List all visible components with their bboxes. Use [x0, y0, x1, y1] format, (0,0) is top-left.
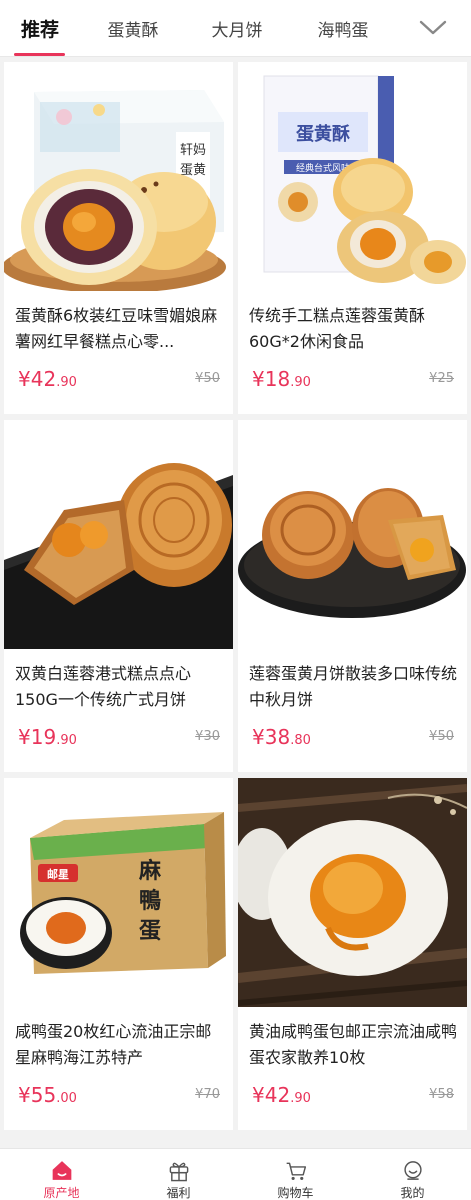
nav-item-welfare[interactable]: 福利 [120, 1149, 237, 1200]
nav-item-cart[interactable]: 购物车 [237, 1149, 354, 1200]
currency-symbol: ¥ [252, 367, 265, 391]
price-decimal: .90 [290, 1091, 311, 1106]
tab-label: 海鸭蛋 [317, 21, 369, 41]
more-tabs-button[interactable] [411, 8, 455, 48]
price-integer: 42 [264, 1083, 291, 1107]
product-price: ¥18.90 [252, 365, 311, 397]
currency-symbol: ¥ [252, 1083, 265, 1107]
price-decimal: .90 [56, 733, 77, 748]
product-price: ¥19.90 [18, 723, 77, 755]
tab-mooncake[interactable]: 大月饼 [199, 0, 275, 57]
product-price: ¥42.90 [252, 1081, 311, 1113]
tab-label: 大月饼 [211, 21, 263, 41]
original-price: ¥70 [195, 1087, 220, 1102]
home-icon [52, 1161, 71, 1180]
product-title[interactable]: 传统手工糕点莲蓉蛋黄酥60G*2休闲食品 [249, 303, 459, 355]
product-image[interactable]: 邮星 麻 鴨 蛋 [4, 778, 233, 1007]
product-image[interactable] [4, 420, 233, 649]
price-decimal: .00 [56, 1091, 77, 1106]
product-title[interactable]: 莲蓉蛋黄月饼散装多口味传统中秋月饼 [249, 661, 459, 713]
currency-symbol: ¥ [18, 1083, 31, 1107]
product-card[interactable]: 邮星 麻 鴨 蛋 咸鸭蛋20枚红心流油正宗邮星麻鸭海江苏特产 ¥55.00 ¥7… [4, 778, 233, 1130]
nav-item-mine[interactable]: 我的 [354, 1149, 471, 1200]
nav-label: 购物车 [277, 1186, 314, 1200]
price-integer: 38 [264, 725, 291, 749]
product-title[interactable]: 蛋黄酥6枚装红豆味雪媚娘麻薯网红早餐糕点心零... [15, 303, 225, 355]
price-integer: 55 [30, 1083, 57, 1107]
box-title-text: 蛋黄酥 [296, 123, 350, 145]
product-price: ¥38.80 [252, 723, 311, 755]
currency-symbol: ¥ [18, 367, 31, 391]
product-image[interactable] [238, 420, 467, 649]
product-card[interactable]: 莲蓉蛋黄月饼散装多口味传统中秋月饼 ¥38.80 ¥50 [238, 420, 467, 772]
tab-sea-duck-egg[interactable]: 海鸭蛋 [305, 0, 381, 57]
product-card[interactable]: 双黄白莲蓉港式糕点点心150G一个传统广式月饼 ¥19.90 ¥30 [4, 420, 233, 772]
product-image[interactable]: 蛋黄酥 经典台式风味 [238, 62, 467, 291]
cart-icon [286, 1162, 306, 1180]
nav-label: 福利 [166, 1186, 191, 1200]
product-image[interactable]: 轩妈 蛋黄 酥 [4, 62, 233, 291]
original-price: ¥50 [429, 729, 454, 744]
price-decimal: .80 [290, 733, 311, 748]
price-decimal: .90 [290, 375, 311, 390]
user-icon [403, 1161, 422, 1180]
currency-symbol: ¥ [18, 725, 31, 749]
tab-recommend[interactable]: 推荐 [10, 0, 70, 57]
product-card[interactable]: 轩妈 蛋黄 酥 蛋黄酥6枚装红豆味雪媚娘麻薯网红早餐糕点心零... [4, 62, 233, 414]
box-title-text-3: 蛋 [139, 918, 161, 944]
nav-label: 我的 [400, 1186, 425, 1200]
product-title[interactable]: 双黄白莲蓉港式糕点点心150G一个传统广式月饼 [15, 661, 225, 713]
tab-egg-yolk-pastry[interactable]: 蛋黄酥 [95, 0, 171, 57]
original-price: ¥25 [429, 371, 454, 386]
price-decimal: .90 [56, 375, 77, 390]
chevron-down-icon [419, 20, 447, 35]
price-integer: 42 [30, 367, 57, 391]
product-card[interactable]: 蛋黄酥 经典台式风味 传统手工糕点莲蓉蛋黄酥60G*2休闲食品 ¥18.90 ¥… [238, 62, 467, 414]
active-tab-indicator [14, 53, 65, 56]
product-title[interactable]: 咸鸭蛋20枚红心流油正宗邮星麻鸭海江苏特产 [15, 1019, 225, 1071]
box-title-text-2: 鴨 [139, 888, 161, 914]
product-image[interactable] [238, 778, 467, 1007]
box-brand-text-1: 轩妈 [180, 143, 206, 158]
currency-symbol: ¥ [252, 725, 265, 749]
nav-label: 原产地 [43, 1186, 80, 1200]
price-integer: 18 [264, 367, 291, 391]
tab-label: 蛋黄酥 [107, 21, 159, 41]
tab-label: 推荐 [20, 19, 59, 41]
product-price: ¥42.90 [18, 365, 77, 397]
product-price: ¥55.00 [18, 1081, 77, 1113]
product-card[interactable]: 黄油咸鸭蛋包邮正宗流油咸鸭蛋农家散养10枚 ¥42.90 ¥58 [238, 778, 467, 1130]
price-integer: 19 [30, 725, 57, 749]
product-title[interactable]: 黄油咸鸭蛋包邮正宗流油咸鸭蛋农家散养10枚 [249, 1019, 459, 1071]
original-price: ¥50 [195, 371, 220, 386]
bottom-navigation: 原产地 福利 购物车 我的 [0, 1148, 471, 1200]
category-tab-bar: 推荐 蛋黄酥 大月饼 海鸭蛋 [0, 0, 471, 57]
nav-item-origin[interactable]: 原产地 [3, 1149, 120, 1200]
original-price: ¥30 [195, 729, 220, 744]
gift-icon [169, 1162, 188, 1182]
box-title-text-1: 麻 [138, 858, 162, 884]
box-brand-text: 邮星 [47, 867, 69, 881]
original-price: ¥58 [429, 1087, 454, 1102]
